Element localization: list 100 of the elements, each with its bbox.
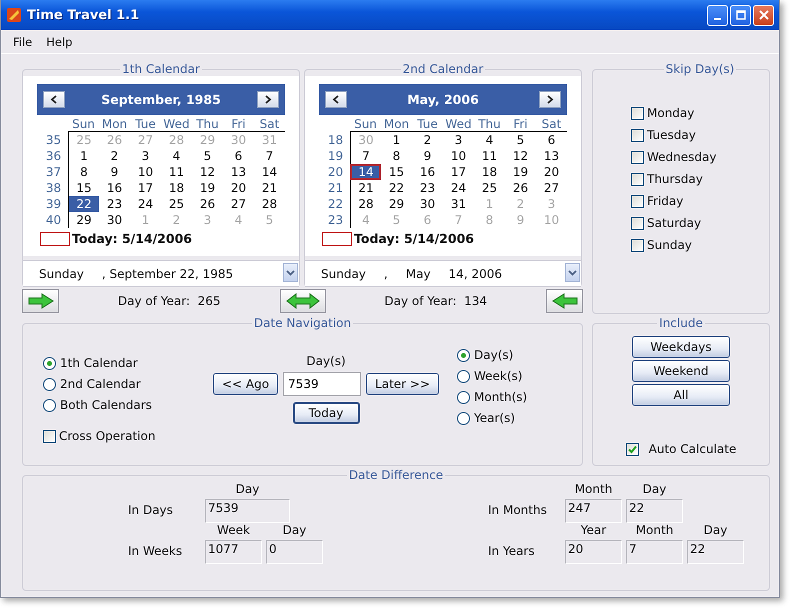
radio-button[interactable] [457,348,470,362]
day-cell[interactable]: 14 [254,164,285,180]
day-cell[interactable]: 25 [474,180,505,196]
day-cell[interactable]: 2 [412,132,443,148]
column-header: Week [217,523,250,537]
day-cell[interactable]: 4 [474,132,505,148]
day-cell[interactable]: 23 [412,180,443,196]
today-link[interactable]: Today: 5/14/2006 [72,231,192,246]
checkbox[interactable] [631,172,644,186]
arrow-right-button[interactable] [22,289,59,313]
close-button[interactable] [753,4,774,26]
today-link[interactable]: Today: 5/14/2006 [354,231,474,246]
day-cell[interactable]: 1 [68,148,99,164]
checkbox[interactable] [631,150,644,164]
date-dropdown[interactable]: Sunday , September 22, 1985 [23,260,299,287]
day-cell[interactable]: 29 [68,212,99,228]
double-arrow-button[interactable] [280,289,326,313]
maximize-button[interactable] [730,4,751,26]
day-cell[interactable]: 26 [192,196,223,212]
day-cell[interactable]: 23 [99,196,130,212]
day-cell[interactable]: 20 [223,180,254,196]
checkbox[interactable] [626,442,639,456]
checkbox[interactable] [43,430,56,442]
day-cell[interactable]: 3 [130,148,161,164]
checkbox[interactable] [631,216,644,230]
day-cell[interactable]: 9 [99,164,130,180]
radio-button[interactable] [457,412,470,424]
next-month-button[interactable] [257,91,279,108]
checkbox[interactable] [631,238,644,252]
checkbox[interactable] [631,128,644,142]
amount-field[interactable]: 7539 [283,372,362,396]
include-button[interactable]: Weekdays [632,336,730,358]
day-cell[interactable]: 26 [505,180,536,196]
date-dropdown[interactable]: Sunday , May 14, 2006 [305,260,581,287]
menu-item[interactable]: File [13,35,32,49]
radio-button[interactable] [43,398,56,412]
day-cell[interactable]: 10 [443,148,474,164]
day-cell[interactable]: 3 [443,132,474,148]
checkbox[interactable] [631,194,644,208]
day-cell[interactable]: 31 [443,196,474,212]
later-button[interactable]: Later >> [366,373,440,395]
day-cell[interactable]: 16 [412,164,443,180]
day-cell[interactable]: 25 [161,196,192,212]
day-cell[interactable]: 17 [443,164,474,180]
day-cell[interactable]: 11 [474,148,505,164]
day-cell[interactable]: 10 [130,164,161,180]
day-cell[interactable]: 6 [223,148,254,164]
day-cell[interactable]: 16 [99,180,130,196]
day-cell[interactable]: 17 [130,180,161,196]
radio-button[interactable] [457,390,470,404]
day-cell[interactable]: 11 [161,164,192,180]
include-button[interactable]: Weekend [632,360,730,382]
day-cell[interactable]: 4 [161,148,192,164]
day-cell[interactable]: 21 [350,180,381,196]
day-cell[interactable]: 8 [381,148,412,164]
arrow-left-button[interactable] [546,289,583,313]
day-cell[interactable]: 19 [192,180,223,196]
day-cell[interactable]: 30 [412,196,443,212]
include-button[interactable]: All [632,384,730,406]
ago-button[interactable]: << Ago [212,373,278,395]
day-cell[interactable]: 24 [443,180,474,196]
day-cell[interactable]: 13 [223,164,254,180]
day-cell[interactable]: 1 [381,132,412,148]
day-cell[interactable]: 24 [130,196,161,212]
day-cell[interactable]: 5 [505,132,536,148]
radio-button[interactable] [457,370,470,382]
day-cell[interactable]: 27 [536,180,567,196]
radio-button[interactable] [43,378,56,390]
day-cell[interactable]: 18 [161,180,192,196]
today-marker [322,232,352,246]
today-button[interactable]: Today [292,402,360,424]
day-cell[interactable]: 22 [68,196,99,212]
day-cell[interactable]: 27 [223,196,254,212]
checkbox[interactable] [631,106,644,120]
day-cell[interactable]: 18 [474,164,505,180]
next-month-button[interactable] [539,91,561,108]
day-cell[interactable]: 15 [381,164,412,180]
day-cell[interactable]: 20 [536,164,567,180]
day-cell[interactable]: 6 [536,132,567,148]
day-cell[interactable]: 29 [381,196,412,212]
day-cell[interactable]: 9 [412,148,443,164]
day-cell[interactable]: 5 [192,148,223,164]
day-cell[interactable]: 21 [254,180,285,196]
day-cell[interactable]: 12 [505,148,536,164]
day-cell[interactable]: 28 [254,196,285,212]
minimize-button[interactable] [707,4,728,26]
day-cell[interactable]: 2 [99,148,130,164]
previous-month-button[interactable] [43,91,65,108]
day-cell[interactable]: 22 [381,180,412,196]
day-cell[interactable]: 30 [99,212,130,228]
day-cell[interactable]: 19 [505,164,536,180]
previous-month-button[interactable] [325,91,347,108]
radio-button[interactable] [43,356,56,370]
day-cell[interactable]: 28 [350,196,381,212]
day-cell[interactable]: 12 [192,164,223,180]
day-cell[interactable]: 8 [68,164,99,180]
day-cell[interactable]: 14 [350,164,381,180]
day-cell[interactable]: 7 [254,148,285,164]
day-cell[interactable]: 13 [536,148,567,164]
menu-item[interactable]: Help [46,35,72,49]
